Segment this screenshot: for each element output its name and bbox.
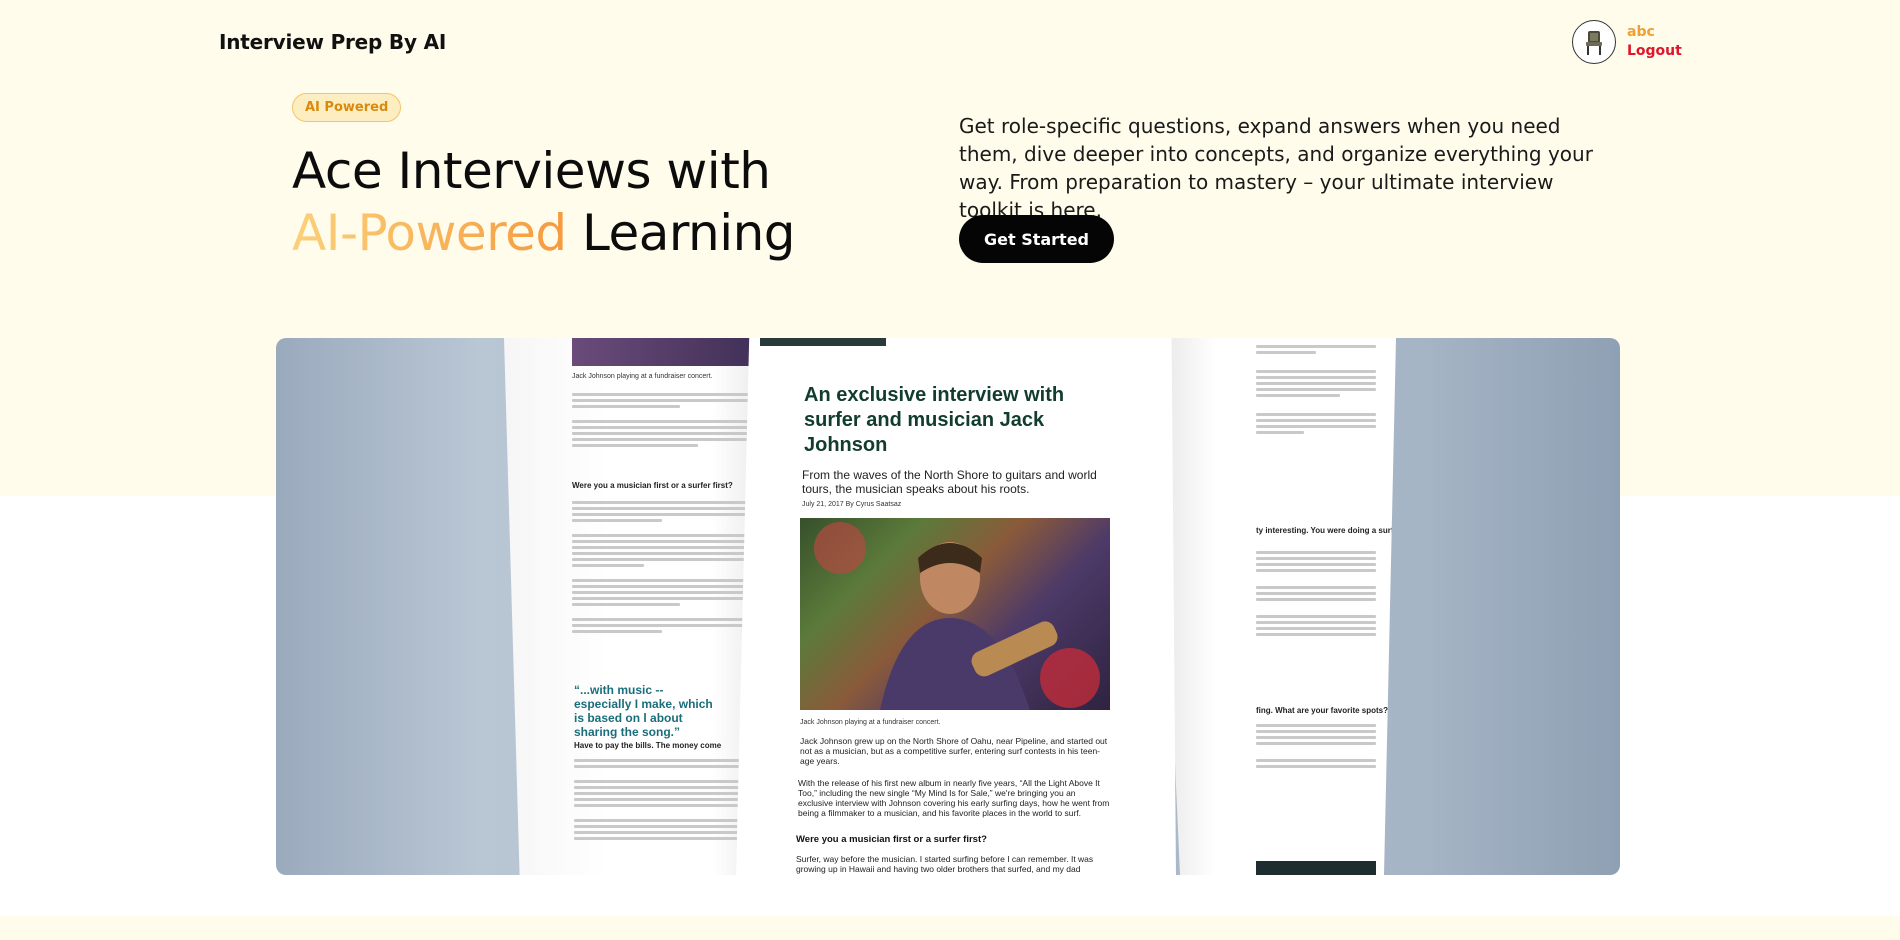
article-question: Were you a musician first or a surfer fi… bbox=[796, 834, 987, 845]
photo-caption: Jack Johnson playing at a fundraiser con… bbox=[800, 719, 941, 726]
left-page-question: Were you a musician first or a surfer fi… bbox=[572, 481, 733, 490]
username-label: abc bbox=[1627, 24, 1655, 41]
magazine-page-center: An exclusive interview with surfer and m… bbox=[736, 338, 1176, 875]
left-page-caption: Jack Johnson playing at a fundraiser con… bbox=[572, 373, 713, 380]
center-page-header-bar bbox=[760, 338, 886, 346]
left-page-pull-quote: “...with music -- especially I make, whi… bbox=[574, 683, 713, 739]
user-info: abc Logout bbox=[1627, 23, 1682, 61]
left-page-photo-strip bbox=[572, 338, 764, 366]
right-page-question-2: fing. What are your favorite spots? bbox=[1256, 706, 1389, 715]
left-page-subhead: Have to pay the bills. The money come bbox=[574, 741, 722, 750]
article-subtitle: From the waves of the North Shore to gui… bbox=[802, 468, 1097, 496]
left-page-text-block-2 bbox=[572, 498, 752, 636]
article-byline: July 21, 2017 By Cyrus Saatsaz bbox=[802, 501, 902, 508]
right-page-footer-bar bbox=[1256, 861, 1376, 875]
right-page-text-block-1 bbox=[1256, 342, 1376, 437]
hero-title-accent: AI-Powered bbox=[292, 204, 567, 262]
hero-description: Get role-specific questions, expand answ… bbox=[959, 114, 1593, 222]
brand-logo[interactable]: Interview Prep By AI bbox=[219, 30, 446, 54]
avatar[interactable] bbox=[1572, 20, 1616, 64]
hero-title-line1: Ace Interviews with bbox=[292, 142, 771, 200]
magazine-page-right: ty interesting. You were doing a surf fi… bbox=[1156, 338, 1396, 875]
magazine-page-left: Jack Johnson playing at a fundraiser con… bbox=[504, 338, 764, 875]
hero-title-line2: AI-Powered Learning bbox=[292, 202, 796, 264]
musician-photo-illustration bbox=[814, 522, 1100, 710]
footer-strip bbox=[0, 916, 1900, 940]
ai-powered-badge: AI Powered bbox=[292, 93, 402, 122]
hero-title-rest: Learning bbox=[581, 204, 796, 262]
chair-icon bbox=[1586, 31, 1602, 55]
left-page-text-block-3 bbox=[574, 756, 744, 843]
right-page-text-block-3 bbox=[1256, 721, 1376, 771]
article-paragraph-2: With the release of his first new album … bbox=[798, 778, 1110, 818]
article-paragraph-3: Surfer, way before the musician. I start… bbox=[796, 854, 1094, 874]
logout-button[interactable]: Logout bbox=[1627, 42, 1682, 61]
left-page-text-block-1 bbox=[572, 390, 752, 450]
hero-title: Ace Interviews with AI-Powered Learning bbox=[292, 140, 796, 264]
article-paragraph-1: Jack Johnson grew up on the North Shore … bbox=[800, 736, 1108, 766]
article-photo bbox=[800, 518, 1110, 710]
hero-preview-image: Jack Johnson playing at a fundraiser con… bbox=[276, 338, 1620, 875]
user-menu: abc Logout bbox=[1572, 20, 1682, 64]
right-page-question-1: ty interesting. You were doing a surf fi… bbox=[1256, 526, 1396, 535]
get-started-button[interactable]: Get Started bbox=[959, 215, 1114, 263]
article-title: An exclusive interview with surfer and m… bbox=[804, 384, 1065, 456]
right-page-text-block-2 bbox=[1256, 548, 1376, 639]
